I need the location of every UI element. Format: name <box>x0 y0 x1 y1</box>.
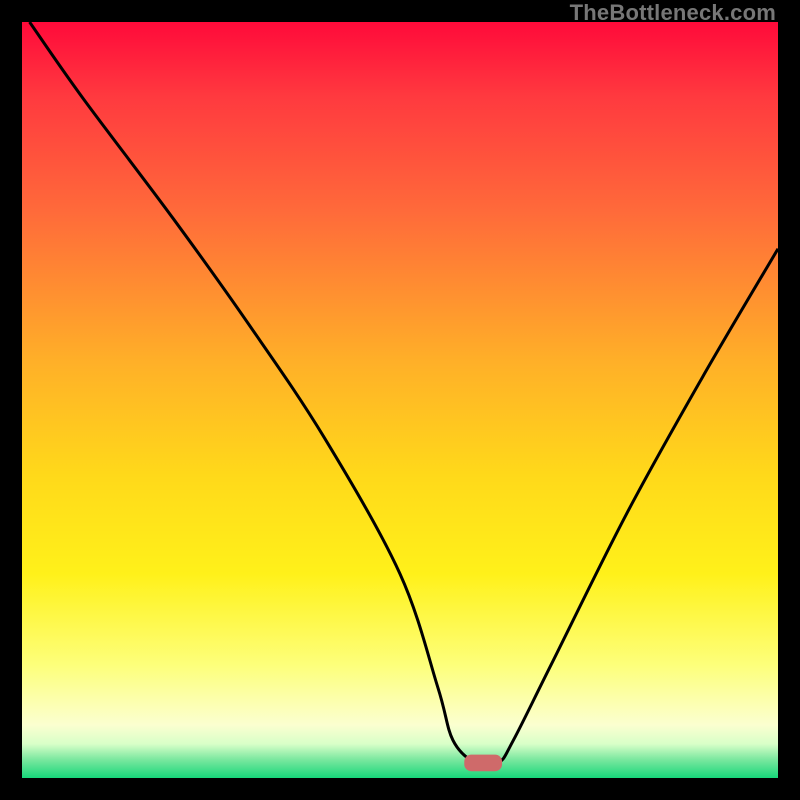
chart-frame <box>22 22 778 778</box>
bottleneck-chart <box>22 22 778 778</box>
gradient-background <box>22 22 778 778</box>
optimal-point-marker <box>464 755 502 772</box>
